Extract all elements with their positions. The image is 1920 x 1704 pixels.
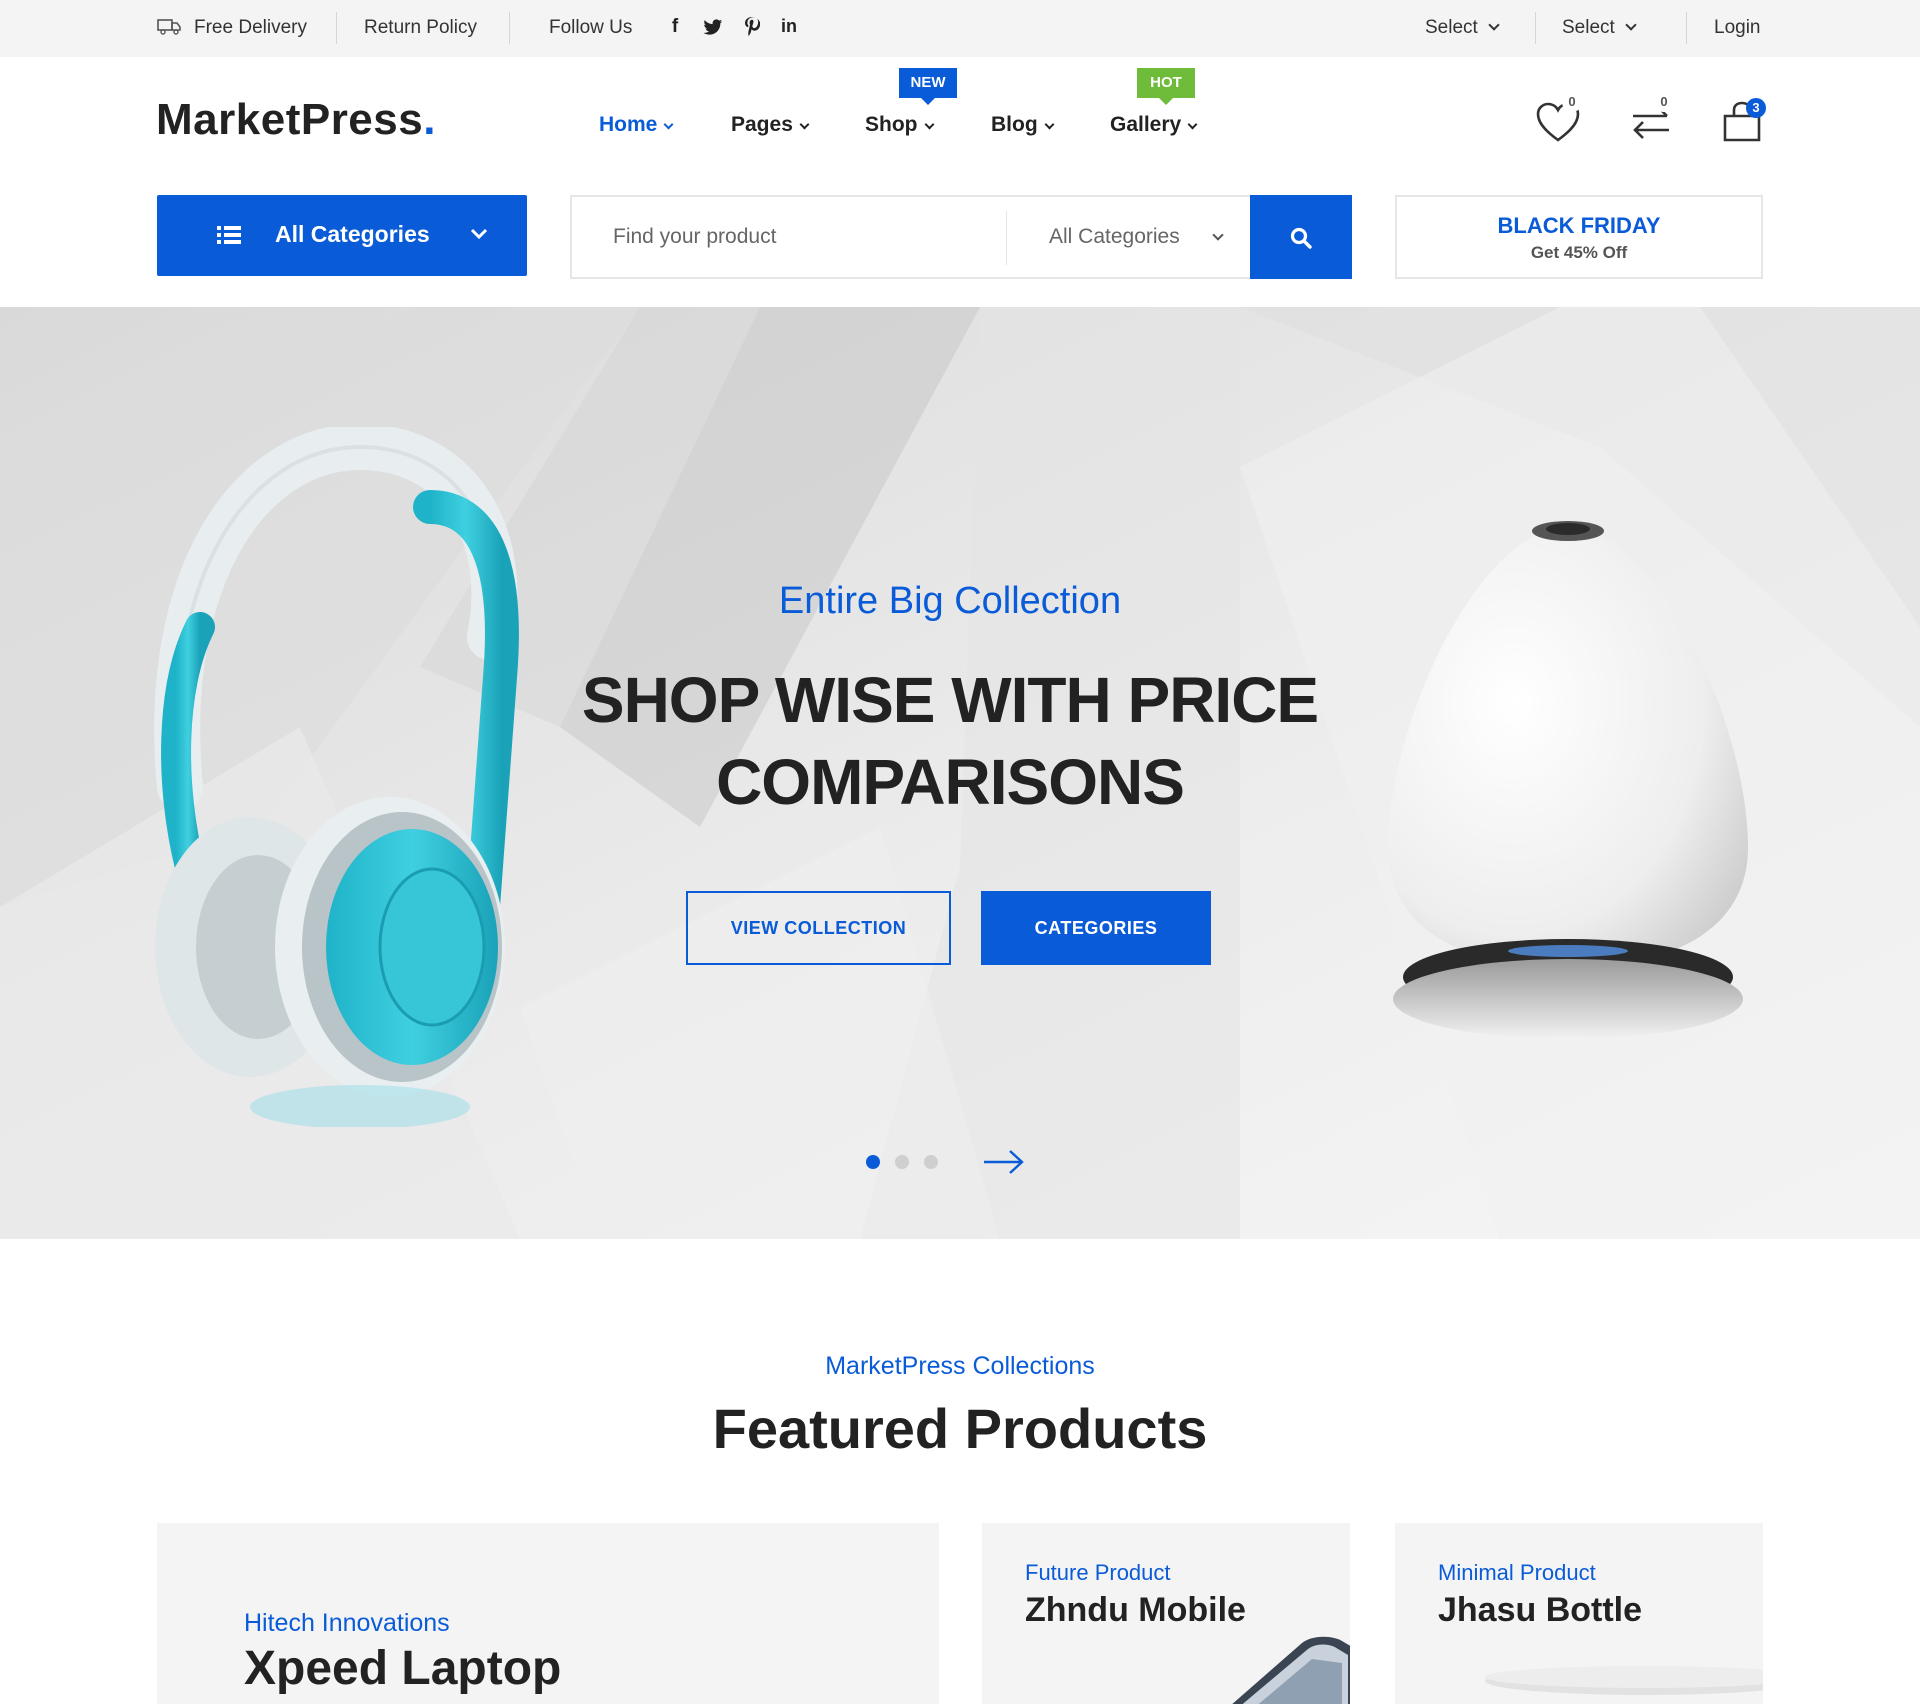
arrow-right-icon[interactable] (982, 1147, 1026, 1177)
chevron-down-icon (663, 119, 674, 130)
divider (336, 12, 337, 44)
chevron-down-icon (470, 228, 488, 240)
product-card-title: Jhasu Bottle (1438, 1591, 1643, 1629)
hero-title-line-2: COMPARISONS (716, 746, 1185, 818)
product-card-label: Future Product (1025, 1560, 1171, 1585)
slider-dot[interactable] (866, 1155, 880, 1169)
nav-blog[interactable]: Blog (991, 113, 1055, 137)
product-card[interactable]: Minimal Product Jhasu Bottle (1395, 1523, 1763, 1704)
top-bar: Free Delivery Return Policy Follow Us f … (0, 0, 1920, 57)
nav-home[interactable]: Home (599, 113, 674, 137)
all-categories-button[interactable]: All Categories (157, 195, 527, 276)
select-label: Select (1425, 17, 1478, 38)
black-friday-promo[interactable]: BLACK FRIDAY Get 45% Off (1395, 195, 1763, 279)
list-icon (217, 226, 241, 244)
nav-blog-label: Blog (991, 113, 1038, 136)
mobile-phone-image (1232, 1636, 1350, 1704)
chevron-down-icon (799, 119, 810, 130)
category-select-label: All Categories (1049, 225, 1180, 248)
nav-home-label: Home (599, 113, 658, 136)
search-icon (1290, 227, 1312, 249)
categories-button[interactable]: CATEGORIES (981, 891, 1211, 965)
pinterest-icon[interactable] (744, 17, 760, 37)
nav-shop-label: Shop (865, 113, 918, 136)
logo-dot: . (423, 95, 436, 144)
category-select[interactable]: All Categories (1049, 225, 1224, 249)
facebook-icon[interactable]: f (664, 16, 686, 38)
chevron-down-icon (1625, 19, 1637, 31)
free-delivery-link[interactable]: Free Delivery (194, 17, 307, 39)
linkedin-icon[interactable]: in (778, 16, 800, 37)
logo-text: MarketPress (156, 95, 424, 144)
search-bar: Find your product All Categories (570, 195, 1352, 279)
login-link[interactable]: Login (1714, 17, 1761, 39)
featured-title: Featured Products (712, 1397, 1208, 1460)
chevron-down-icon (1488, 19, 1500, 31)
wishlist-count: 0 (1562, 92, 1582, 112)
new-badge: NEW (899, 68, 957, 105)
featured-subtitle: MarketPress Collections (825, 1352, 1095, 1380)
chevron-down-icon (1044, 119, 1055, 130)
nav-shop[interactable]: Shop (865, 113, 934, 137)
nav-pages-label: Pages (731, 113, 793, 136)
slider-dot[interactable] (895, 1155, 909, 1169)
hero-slider: Entire Big Collection SHOP WISE WITH PRI… (0, 307, 1920, 1239)
promo-subtitle: Get 45% Off (1530, 243, 1628, 262)
chevron-down-icon (1212, 229, 1224, 241)
product-card[interactable]: Hitech Innovations Xpeed Laptop (157, 1523, 939, 1704)
select-label: Select (1562, 17, 1615, 38)
search-input[interactable]: Find your product (613, 225, 776, 249)
truck-icon (157, 19, 181, 35)
chevron-down-icon (1187, 119, 1198, 130)
bottle-image (1485, 1666, 1763, 1695)
nav-gallery-label: Gallery (1110, 113, 1182, 136)
hero-title-line-1: SHOP WISE WITH PRICE (581, 664, 1319, 736)
hot-badge: HOT (1137, 68, 1195, 105)
divider (1686, 12, 1687, 44)
search-button[interactable] (1250, 195, 1352, 279)
select-dropdown-1[interactable]: Select (1425, 17, 1500, 39)
hero-title: SHOP WISE WITH PRICE COMPARISONS (0, 659, 1900, 823)
product-card-title: Zhndu Mobile (1025, 1591, 1246, 1629)
search-divider (1006, 211, 1007, 265)
select-dropdown-2[interactable]: Select (1562, 17, 1637, 39)
divider (509, 12, 510, 44)
divider (1535, 12, 1536, 44)
return-policy-link[interactable]: Return Policy (364, 17, 477, 39)
view-collection-button[interactable]: VIEW COLLECTION (686, 891, 951, 965)
hero-subtitle: Entire Big Collection (778, 580, 1122, 622)
cart-count: 3 (1746, 98, 1766, 118)
nav-gallery[interactable]: Gallery (1110, 113, 1198, 137)
slider-dot[interactable] (924, 1155, 938, 1169)
product-card-label: Hitech Innovations (244, 1609, 450, 1637)
product-card[interactable]: Future Product Zhndu Mobile (982, 1523, 1350, 1704)
promo-title: BLACK FRIDAY (1497, 213, 1661, 238)
product-card-title: Xpeed Laptop (244, 1642, 562, 1695)
site-logo[interactable]: MarketPress. (156, 95, 436, 145)
product-card-label: Minimal Product (1438, 1560, 1596, 1585)
nav-pages[interactable]: Pages (731, 113, 810, 137)
chevron-down-icon (924, 119, 934, 130)
follow-us-label: Follow Us (549, 17, 633, 38)
twitter-icon[interactable] (703, 19, 723, 36)
all-categories-label: All Categories (275, 221, 430, 247)
compare-count: 0 (1654, 92, 1674, 112)
